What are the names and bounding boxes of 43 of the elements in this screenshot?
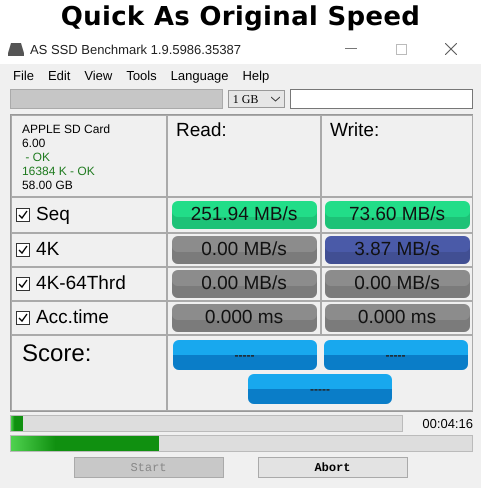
action-button[interactable]: Abort <box>258 457 408 478</box>
menu-item[interactable]: File <box>6 68 41 82</box>
result-value: 73.60 MB/s <box>324 201 470 229</box>
caption: Quick As Original Speed <box>60 1 422 34</box>
checkbox[interactable] <box>16 208 30 222</box>
device-info: 58.00 GB <box>22 178 74 192</box>
result-value: 0.00 MB/s <box>324 270 470 298</box>
test-label: Acc.time <box>36 307 109 329</box>
minimize-icon[interactable] <box>345 48 357 50</box>
result-value: 0.000 ms <box>172 304 316 332</box>
device-info: APPLE SD Card <box>22 122 110 136</box>
elapsed-time: 00:04:16 <box>421 416 473 431</box>
test-label: 4K-64Thrd <box>36 273 126 295</box>
input-field[interactable] <box>290 89 473 109</box>
score-value: ----- <box>172 340 316 370</box>
result-value: 0.00 MB/s <box>172 270 316 298</box>
column-header: Write: <box>330 120 380 142</box>
result-value: 0.00 MB/s <box>172 236 316 264</box>
close-icon[interactable] <box>445 43 457 55</box>
checkbox[interactable] <box>16 311 30 325</box>
score-value: ----- <box>248 374 392 404</box>
checkbox[interactable] <box>16 243 30 257</box>
test-label: 4K <box>36 239 60 261</box>
score-label: Score: <box>22 340 92 368</box>
window-title: AS SSD Benchmark 1.9.5986.35387 <box>30 42 242 56</box>
result-value: 251.94 MB/s <box>172 201 316 229</box>
device-info: 16384 K - OK <box>22 164 96 178</box>
device-info: - OK <box>24 150 52 164</box>
menu-item[interactable]: Tools <box>119 68 164 82</box>
caret-icon <box>271 96 280 102</box>
menu-item[interactable]: Help <box>236 68 276 82</box>
size-dropdown[interactable]: 1 GB <box>228 90 285 108</box>
menu-item[interactable]: Language <box>164 68 236 82</box>
score-value: ----- <box>324 340 468 370</box>
menu-item[interactable]: View <box>77 68 120 82</box>
menu-item[interactable]: Edit <box>40 68 78 82</box>
column-header: Read: <box>176 120 227 142</box>
result-value: 0.000 ms <box>324 304 470 332</box>
result-value: 3.87 MB/s <box>324 236 470 264</box>
test-label: Seq <box>36 204 70 226</box>
device-info: 6.00 <box>22 136 46 150</box>
checkbox[interactable] <box>16 277 30 291</box>
drive-icon <box>8 42 24 56</box>
